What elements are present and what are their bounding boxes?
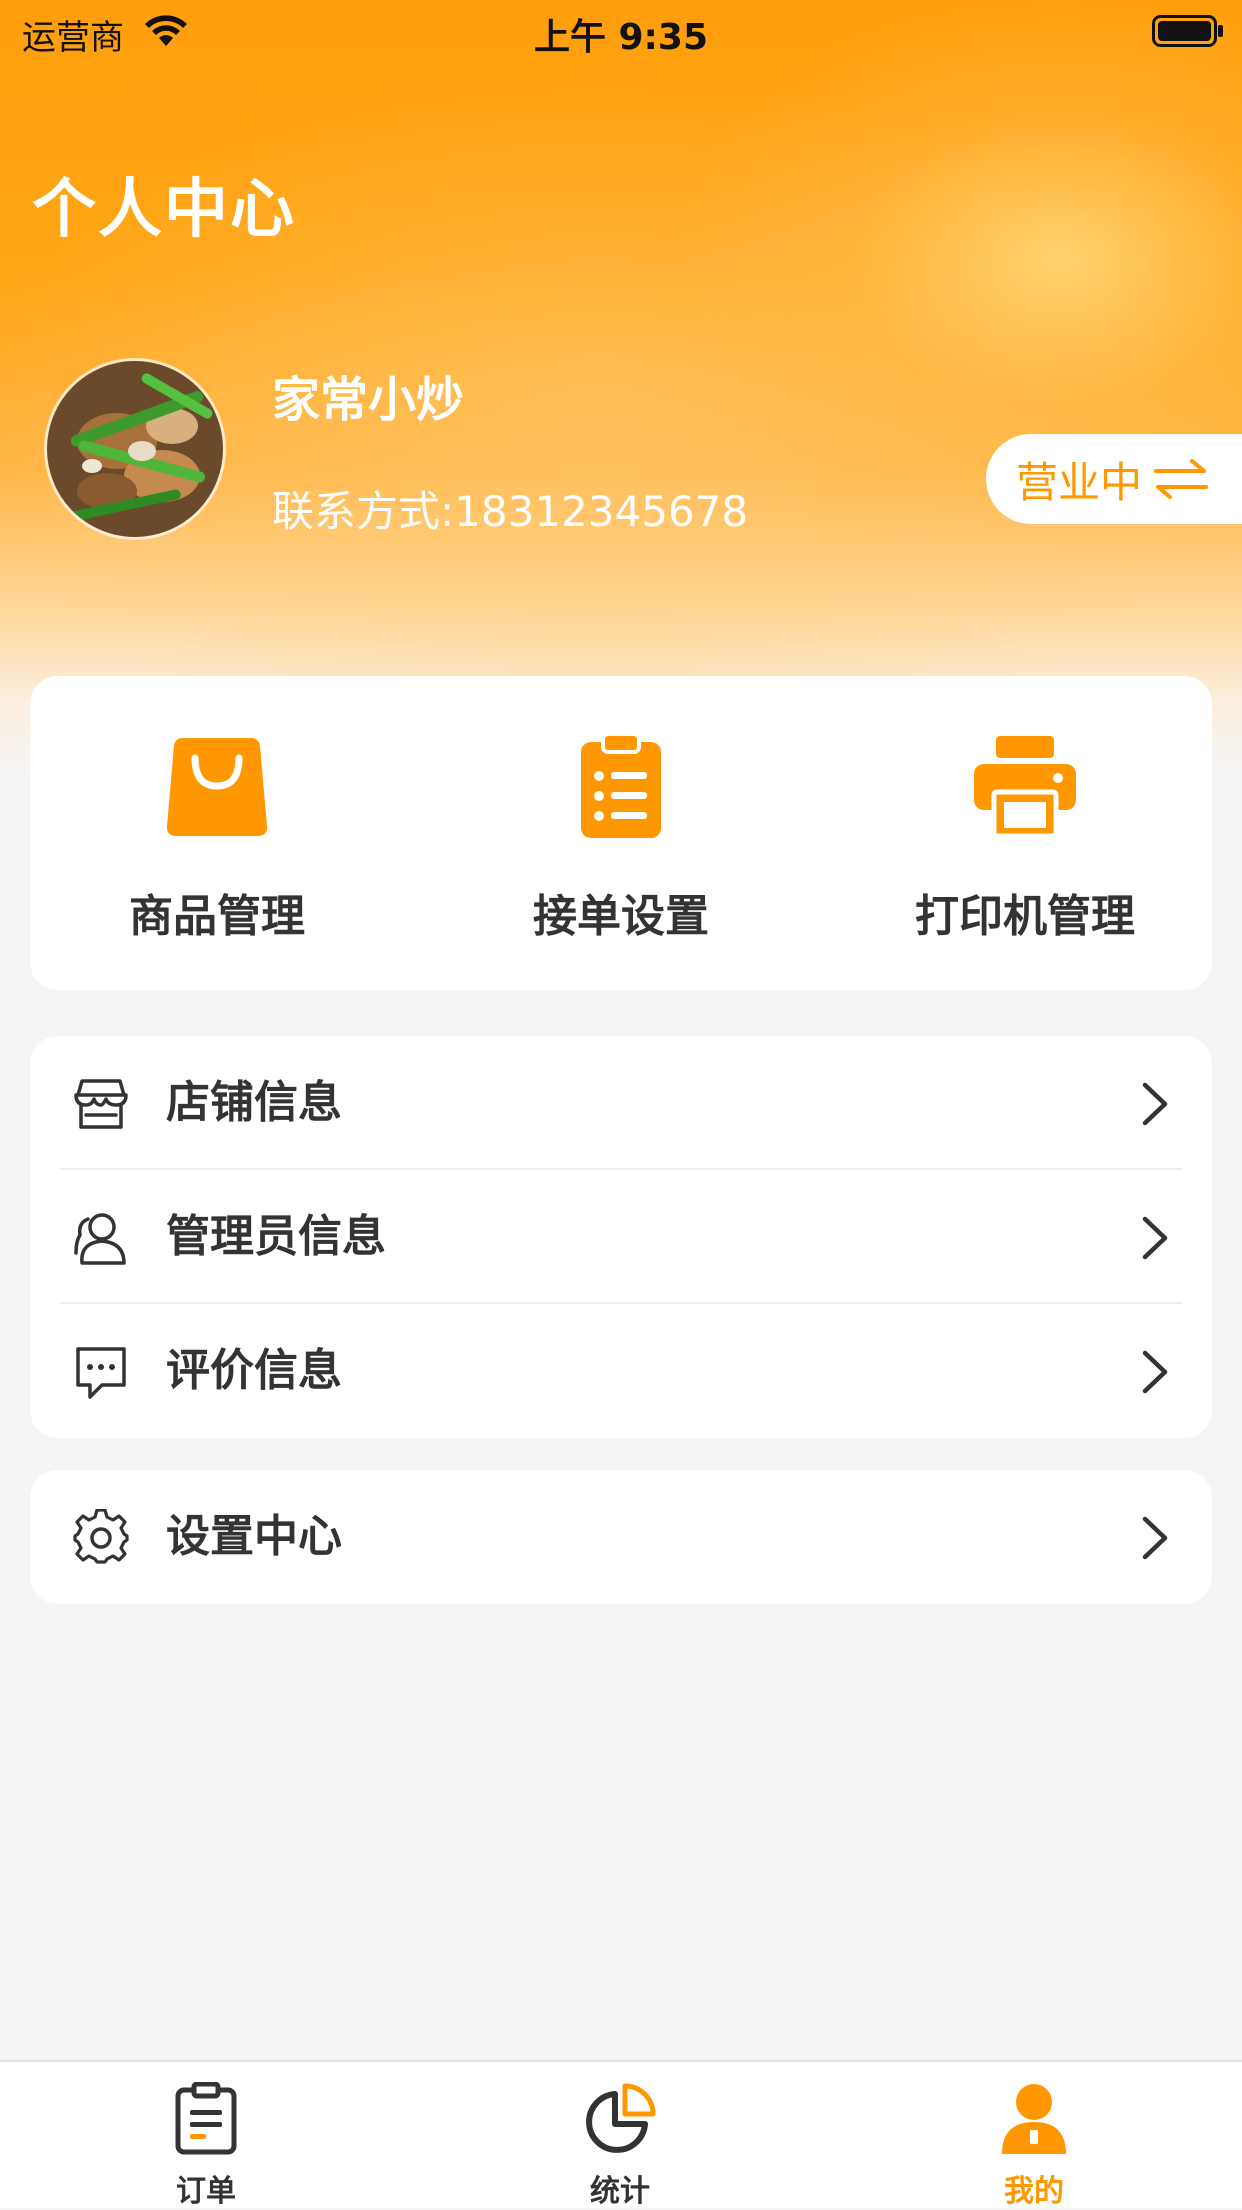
clipboard-list-icon — [581, 734, 661, 838]
tab-statistics[interactable]: 统计 — [520, 2062, 720, 2209]
gear-icon — [73, 1509, 129, 1564]
menu-item-label: 设置中心 — [166, 1511, 342, 1562]
tab-label: 订单 — [176, 2174, 236, 2209]
tab-bar: 订单 统计 我的 — [0, 2060, 1242, 2209]
quick-action-label: 商品管理 — [129, 891, 305, 942]
shop-name: 家常小炒 — [272, 372, 465, 428]
menu-card-settings: 设置中心 — [30, 1470, 1212, 1604]
food-photo-icon — [47, 361, 223, 537]
swap-arrows-icon — [1154, 459, 1209, 499]
tab-label: 我的 — [1004, 2174, 1064, 2209]
menu-card-info: 店铺信息 管理员信息 评价信息 — [30, 1036, 1212, 1438]
page-title: 个人中心 — [32, 173, 296, 247]
quick-action-goods[interactable]: 商品管理 — [67, 676, 367, 990]
quick-action-printer[interactable]: 打印机管理 — [875, 676, 1175, 990]
tab-orders[interactable]: 订单 — [106, 2062, 306, 2209]
menu-item-label: 店铺信息 — [166, 1077, 342, 1128]
menu-item-label: 评价信息 — [166, 1345, 342, 1396]
pie-chart-icon — [586, 2083, 656, 2153]
business-status-label: 营业中 — [1016, 457, 1143, 507]
printer-icon — [974, 736, 1076, 838]
menu-item-settings[interactable]: 设置中心 — [30, 1470, 1212, 1604]
menu-item-label: 管理员信息 — [166, 1211, 386, 1262]
comment-icon — [76, 1347, 126, 1399]
clock: 上午 9:35 — [533, 17, 709, 58]
shop-contact: 联系方式:18312345678 — [272, 487, 749, 536]
quick-action-label: 接单设置 — [533, 891, 709, 942]
menu-item-reviews[interactable]: 评价信息 — [30, 1304, 1212, 1438]
order-clipboard-icon — [175, 2082, 237, 2155]
menu-item-admin-info[interactable]: 管理员信息 — [30, 1170, 1212, 1304]
status-bar: 运营商 上午 9:35 — [0, 0, 1242, 62]
tab-label: 统计 — [590, 2174, 650, 2209]
users-icon — [74, 1213, 126, 1265]
battery-icon — [1152, 15, 1223, 47]
chevron-right-icon — [1142, 1082, 1168, 1126]
tab-mine[interactable]: 我的 — [934, 2062, 1134, 2209]
person-icon — [1002, 2084, 1066, 2154]
store-icon — [74, 1079, 128, 1129]
chevron-right-icon — [1142, 1216, 1168, 1260]
quick-action-label: 打印机管理 — [915, 891, 1135, 942]
quick-action-order-settings[interactable]: 接单设置 — [471, 676, 771, 990]
quick-actions-card: 商品管理 接单设置 打印机管理 — [30, 676, 1212, 990]
shop-avatar[interactable] — [44, 358, 226, 540]
chevron-right-icon — [1142, 1516, 1168, 1560]
chevron-right-icon — [1142, 1350, 1168, 1394]
business-status-toggle[interactable]: 营业中 — [986, 434, 1242, 524]
menu-item-store-info[interactable]: 店铺信息 — [30, 1036, 1212, 1170]
shopping-bag-icon — [166, 738, 268, 836]
